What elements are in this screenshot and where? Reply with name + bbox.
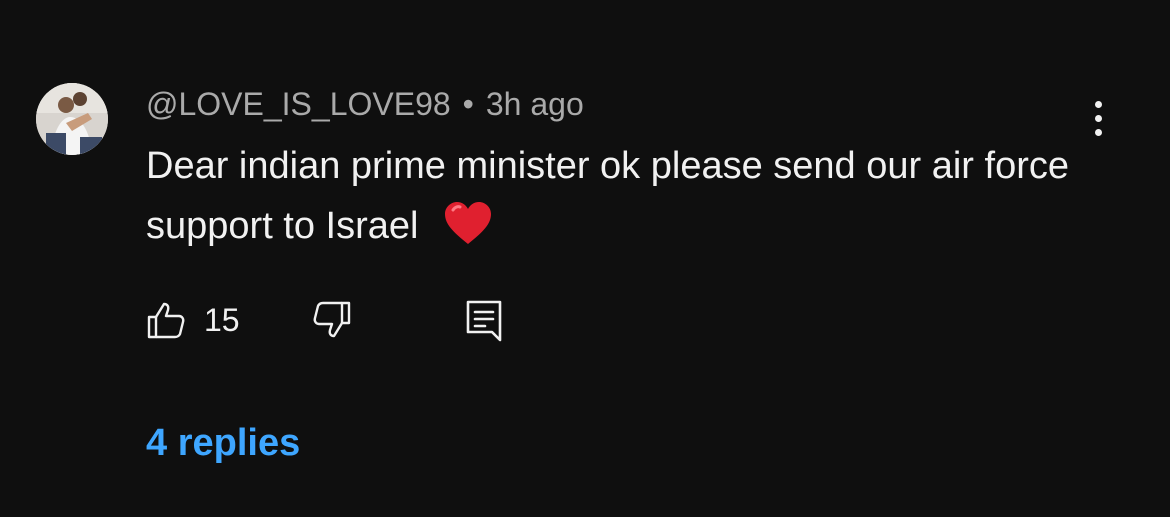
heart-emoji <box>429 202 493 247</box>
author-name[interactable]: @LOVE_IS_LOVE98 <box>146 86 451 123</box>
comment-timestamp[interactable]: 3h ago <box>486 86 584 123</box>
thumbs-up-icon <box>147 302 185 339</box>
view-replies-button[interactable]: 4 replies <box>146 422 300 465</box>
comment-text: Dear indian prime minister ok please sen… <box>146 136 1076 256</box>
like-count: 15 <box>204 301 240 338</box>
like-button[interactable]: 15 <box>146 300 240 340</box>
comment-reply-icon <box>466 300 501 342</box>
comment-body: Dear indian prime minister ok please sen… <box>146 145 1069 247</box>
comment-thread: @LOVE_IS_LOVE98 • 3h ago Dear indian pri… <box>0 0 1170 517</box>
more-vert-icon-dot <box>1094 114 1102 122</box>
more-vert-icon <box>1094 100 1102 108</box>
avatar[interactable] <box>36 83 108 155</box>
more-options-button[interactable] <box>1078 98 1118 138</box>
dislike-button[interactable] <box>312 300 352 340</box>
meta-separator: • <box>462 85 474 122</box>
more-vert-icon-dot <box>1094 128 1102 136</box>
comment-actions: 15 <box>146 296 504 344</box>
thumbs-down-icon <box>313 301 350 338</box>
reply-button[interactable] <box>464 298 504 342</box>
avatar-image <box>36 83 108 155</box>
comment-header: @LOVE_IS_LOVE98 • 3h ago <box>146 84 584 124</box>
